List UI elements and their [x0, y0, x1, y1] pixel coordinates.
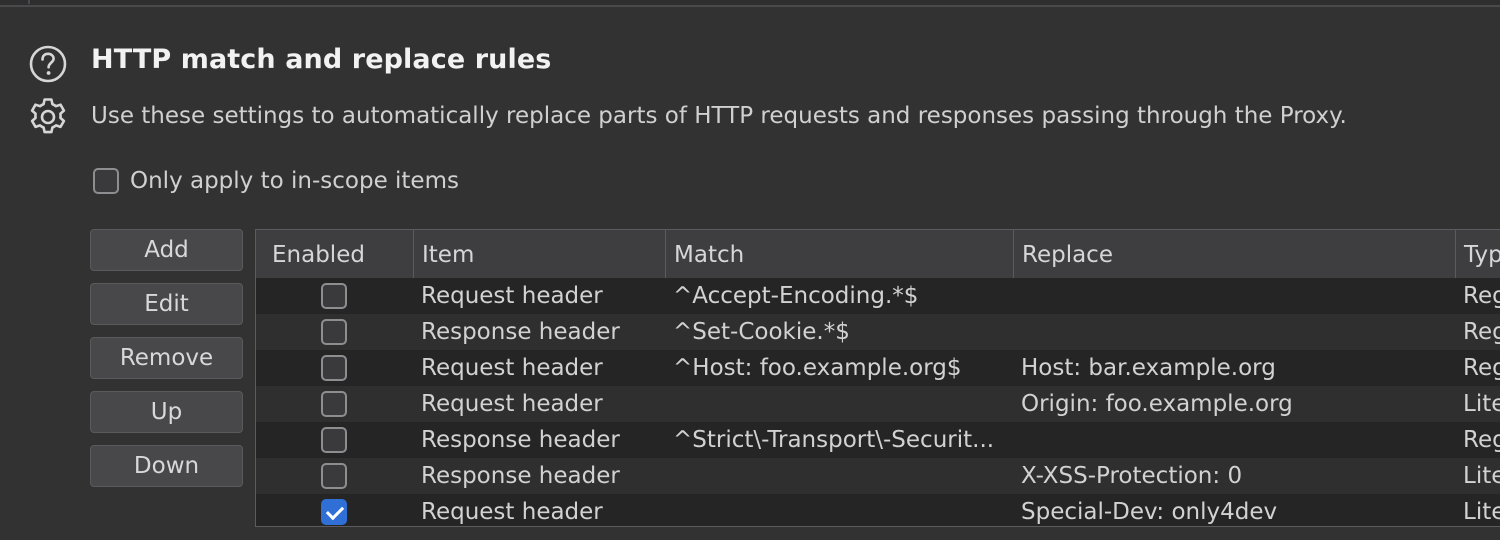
row-checkbox[interactable]: [321, 499, 347, 525]
enabled-checkbox[interactable]: [321, 499, 347, 525]
rules-table: Enabled Item Match Replace Typ Request h…: [255, 229, 1500, 527]
enabled-checkbox[interactable]: [321, 391, 347, 417]
column-header-item[interactable]: Item: [414, 230, 666, 278]
row-match: ^Set-Cookie.*$: [673, 319, 850, 345]
row-match: [673, 386, 1008, 422]
row-type: Lite: [1463, 391, 1500, 417]
column-header-enabled[interactable]: Enabled: [256, 230, 414, 278]
enabled-checkbox[interactable]: [321, 283, 347, 309]
table-row[interactable]: Request header ^Host: foo.example.org$ H…: [256, 350, 1500, 386]
enabled-checkbox[interactable]: [321, 463, 347, 489]
row-type: Reg: [1463, 283, 1500, 309]
row-checkbox[interactable]: [321, 355, 347, 381]
row-replace: [1021, 278, 1451, 314]
row-type: Reg: [1463, 319, 1500, 345]
row-match: [673, 458, 1008, 494]
row-item: Request header: [421, 391, 603, 417]
enabled-checkbox[interactable]: [321, 319, 347, 345]
row-replace: [1021, 314, 1451, 350]
row-item: Request header: [421, 355, 603, 381]
help-icon[interactable]: [28, 44, 68, 84]
row-type: Lite: [1463, 463, 1500, 489]
row-replace: Origin: foo.example.org: [1021, 391, 1293, 417]
row-type: Reg: [1463, 427, 1500, 453]
row-checkbox[interactable]: [321, 463, 347, 489]
table-row[interactable]: Response header X-XSS-Protection: 0 Lite: [256, 458, 1500, 494]
row-match: [673, 494, 1008, 526]
column-header-type[interactable]: Typ: [1456, 230, 1500, 278]
row-type: Reg: [1463, 355, 1500, 381]
row-match: ^Accept-Encoding.*$: [673, 283, 919, 309]
in-scope-label: Only apply to in-scope items: [130, 168, 459, 194]
row-match: ^Host: foo.example.org$: [673, 355, 962, 381]
add-button[interactable]: Add: [90, 229, 243, 271]
row-checkbox[interactable]: [321, 319, 347, 345]
row-checkbox[interactable]: [321, 283, 347, 309]
row-item: Response header: [421, 319, 620, 345]
row-item: Request header: [421, 283, 603, 309]
row-checkbox[interactable]: [321, 427, 347, 453]
table-row[interactable]: Request header Special-Dev: only4dev Lit…: [256, 494, 1500, 526]
row-replace: Special-Dev: only4dev: [1021, 499, 1278, 525]
gear-icon[interactable]: [27, 96, 69, 138]
enabled-checkbox[interactable]: [321, 427, 347, 453]
down-button[interactable]: Down: [90, 445, 243, 487]
section-description: Use these settings to automatically repl…: [91, 103, 1347, 129]
row-replace: [1021, 422, 1451, 458]
row-replace: Host: bar.example.org: [1021, 355, 1276, 381]
edit-button[interactable]: Edit: [90, 283, 243, 325]
in-scope-checkbox[interactable]: [93, 168, 119, 194]
section-title: HTTP match and replace rules: [91, 44, 552, 75]
table-row[interactable]: Request header Origin: foo.example.org L…: [256, 386, 1500, 422]
enabled-checkbox[interactable]: [321, 355, 347, 381]
row-item: Response header: [421, 427, 620, 453]
remove-button[interactable]: Remove: [90, 337, 243, 379]
top-panel-edge: [0, 0, 1500, 7]
up-button[interactable]: Up: [90, 391, 243, 433]
table-row[interactable]: Response header ^Set-Cookie.*$ Reg: [256, 314, 1500, 350]
table-row[interactable]: Response header ^Strict\-Transport\-Secu…: [256, 422, 1500, 458]
row-match: ^Strict\-Transport\-Securit...: [673, 427, 995, 453]
table-header: Enabled Item Match Replace Typ: [256, 230, 1500, 279]
column-header-replace[interactable]: Replace: [1014, 230, 1456, 278]
row-item: Response header: [421, 463, 620, 489]
table-row[interactable]: Request header ^Accept-Encoding.*$ Reg: [256, 278, 1500, 314]
row-checkbox[interactable]: [321, 391, 347, 417]
row-replace: X-XSS-Protection: 0: [1021, 463, 1243, 489]
in-scope-option[interactable]: Only apply to in-scope items: [93, 168, 459, 194]
column-header-match[interactable]: Match: [666, 230, 1014, 278]
row-type: Lite: [1463, 499, 1500, 525]
row-item: Request header: [421, 499, 603, 525]
